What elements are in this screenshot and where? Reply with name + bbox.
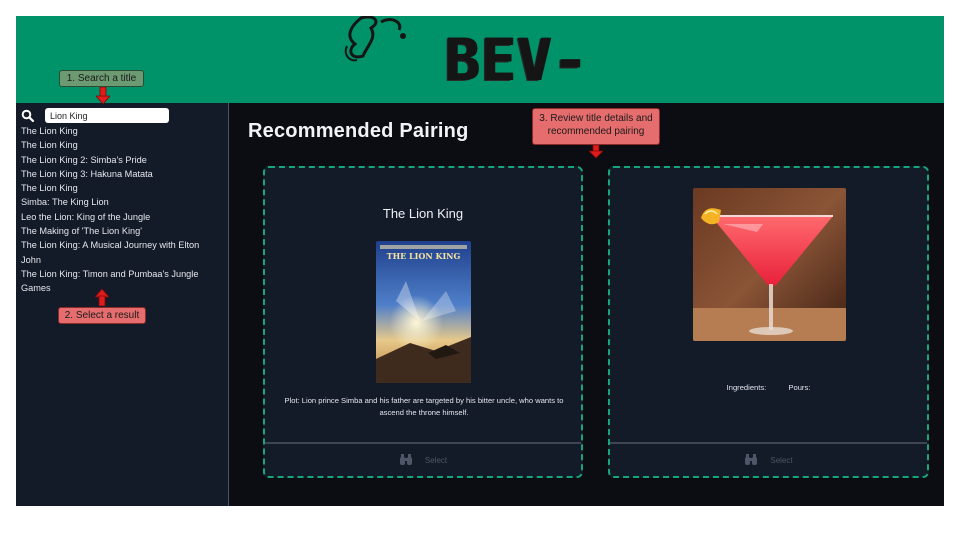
page-title: Recommended Pairing [248, 120, 469, 142]
search-input[interactable] [45, 108, 169, 123]
search-result-item[interactable]: The Lion King [21, 124, 221, 138]
search-result-item[interactable]: Simba: The King Lion [21, 195, 221, 209]
search-result-item[interactable]: The Lion King: Timon and Pumbaa's Jungle [21, 267, 221, 281]
pours-label: Pours: [788, 383, 811, 392]
annotation-review-step: 3. Review title details and recommended … [532, 108, 660, 145]
search-result-item[interactable]: Games [21, 281, 221, 295]
select-label: Select [770, 455, 793, 465]
movie-card-footer: Select [265, 442, 581, 476]
arrow-down-icon [589, 145, 603, 159]
movie-title: The Lion King [382, 206, 464, 221]
poster-caption: THE LION KING [386, 251, 461, 261]
search-result-item[interactable]: Leo the Lion: King of the Jungle [21, 210, 221, 224]
main-content: Recommended Pairing The Lion King THE LI… [230, 103, 944, 506]
header-banner: BEV-FILMS [16, 16, 944, 103]
poster-image [376, 241, 471, 383]
cocktail-photo [693, 188, 846, 341]
drink-details: Ingredients: Pours: [610, 383, 927, 392]
select-drink-button[interactable]: Select [610, 444, 927, 476]
binoculars-icon [399, 454, 412, 465]
search-result-item[interactable]: The Lion King: A Musical Journey with El… [21, 238, 221, 252]
annotation-select-step: 2. Select a result [58, 307, 146, 324]
binoculars-icon [745, 454, 758, 465]
logo-text: BEV-FILMS [444, 26, 588, 94]
search-result-item[interactable]: The Lion King [21, 138, 221, 152]
search-result-item[interactable]: The Lion King 3: Hakuna Matata [21, 167, 221, 181]
arrow-down-icon [96, 87, 110, 105]
search-result-item[interactable]: The Lion King 2: Simba's Pride [21, 153, 221, 167]
movie-card: The Lion King THE LION KING Plot: Lion p… [263, 166, 583, 478]
select-label: Select [424, 455, 448, 465]
app-window: BEV-FILMS The Lion KingThe Lion KingThe … [16, 16, 944, 506]
search-result-item[interactable]: The Lion King [21, 181, 221, 195]
brand-logo: BEV-FILMS [341, 16, 671, 103]
search-results-list: The Lion King The Lion King The Lion King … [21, 124, 221, 296]
cocktail-image [693, 188, 846, 341]
movie-plot: Plot: Lion prince Simba and his father a… [284, 396, 564, 417]
search-result-item[interactable]: John [21, 253, 221, 267]
movie-poster: THE LION KING [376, 241, 471, 383]
select-movie-button[interactable]: Select [265, 444, 581, 476]
arrow-up-icon [95, 288, 109, 306]
sidebar: The Lion KingThe Lion KingThe Lion King … [16, 103, 229, 506]
annotation-search-step: 1. Search a title [59, 70, 144, 87]
search-result-item[interactable]: The Making of 'The Lion King' [21, 224, 221, 238]
ingredients-label: Ingredients: [726, 383, 767, 392]
drink-card: Ingredients: Pours: Select [608, 166, 929, 478]
search-icon[interactable] [21, 109, 35, 123]
drink-card-footer: Select [610, 442, 927, 476]
